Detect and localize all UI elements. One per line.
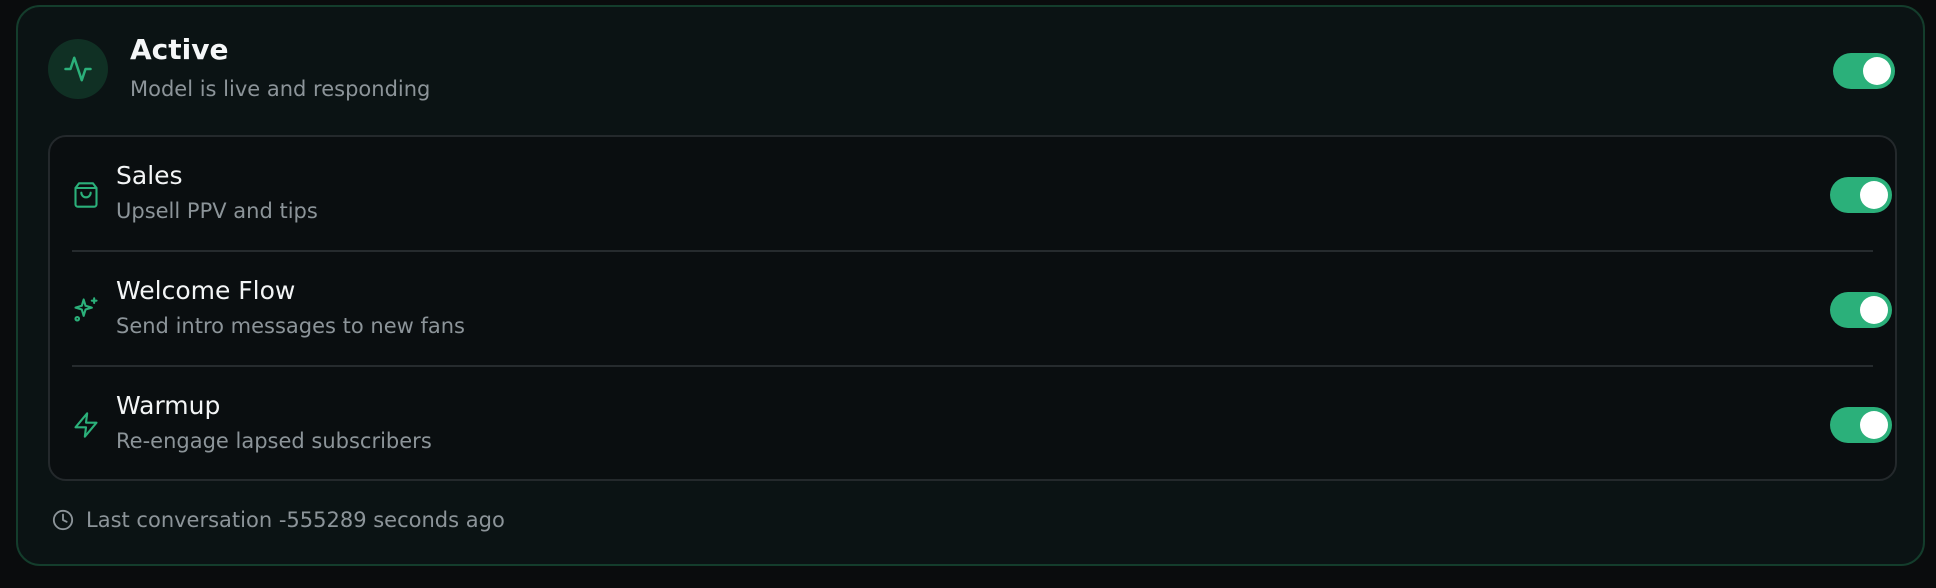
feature-row-sales: Sales Upsell PPV and tips (50, 137, 1895, 251)
status-header: Active Model is live and responding (18, 7, 1923, 135)
model-active-toggle[interactable] (1833, 53, 1895, 89)
feature-title: Welcome Flow (116, 276, 296, 305)
feature-row-welcome-flow: Welcome Flow Send intro messages to new … (50, 252, 1895, 366)
activity-icon (48, 39, 108, 99)
feature-subtitle: Re-engage lapsed subscribers (116, 429, 432, 453)
toggle-knob (1860, 411, 1888, 439)
feature-subtitle: Upsell PPV and tips (116, 199, 318, 223)
model-status-card: Active Model is live and responding Sale… (16, 5, 1925, 566)
feature-subtitle: Send intro messages to new fans (116, 314, 465, 338)
toggle-knob (1860, 296, 1888, 324)
last-conversation-text: Last conversation -555289 seconds ago (86, 508, 505, 532)
feature-list: Sales Upsell PPV and tips Welcome Flow S… (48, 135, 1897, 481)
status-title: Active (130, 33, 229, 66)
last-conversation: Last conversation -555289 seconds ago (52, 504, 505, 536)
toggle-knob (1863, 57, 1891, 85)
warmup-toggle[interactable] (1830, 407, 1892, 443)
feature-row-warmup: Warmup Re-engage lapsed subscribers (50, 367, 1895, 481)
feature-title: Sales (116, 161, 183, 190)
zap-icon (74, 412, 98, 438)
status-subtitle: Model is live and responding (130, 77, 431, 101)
feature-title: Warmup (116, 391, 221, 420)
sparkles-icon (74, 297, 98, 322)
toggle-knob (1860, 181, 1888, 209)
clock-icon (52, 509, 74, 531)
sales-toggle[interactable] (1830, 177, 1892, 213)
shopping-bag-icon (74, 182, 98, 208)
welcome-flow-toggle[interactable] (1830, 292, 1892, 328)
